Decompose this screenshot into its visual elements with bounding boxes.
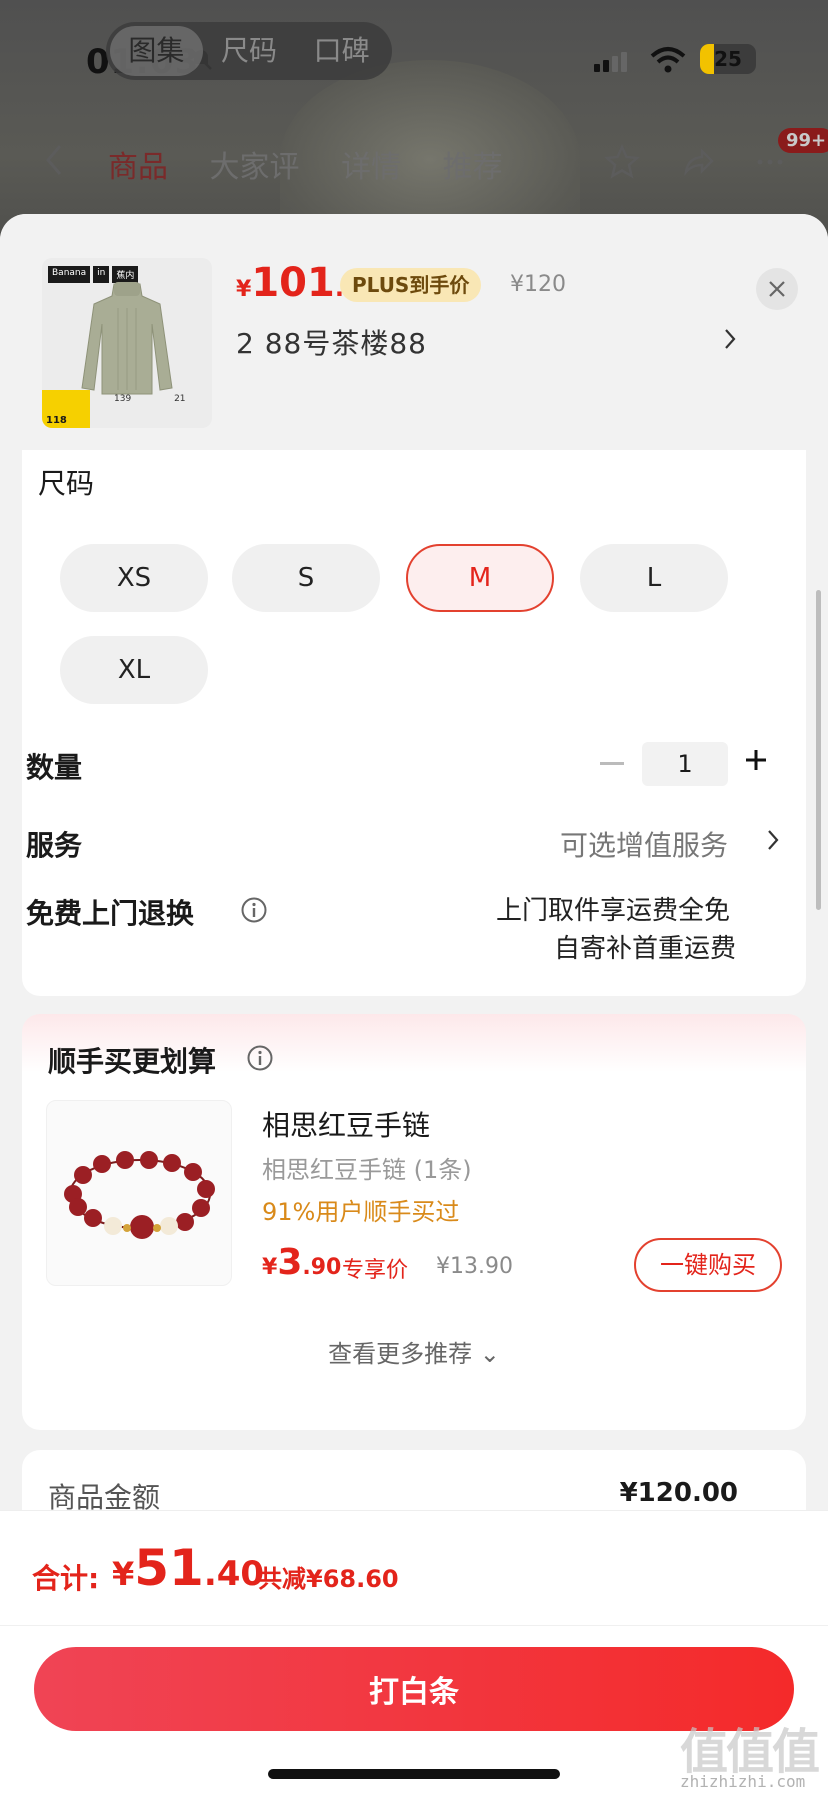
chevron-right-icon[interactable] [722, 326, 738, 352]
original-price: ¥120 [510, 272, 566, 297]
product-nav: 商品 大家评 详情 推荐 [0, 126, 828, 196]
return-self-send-text: 自寄补首重运费 [554, 934, 737, 964]
quantity-label: 数量 [26, 751, 83, 784]
battery-indicator: 25 [700, 44, 756, 74]
price-currency: ¥ [262, 1255, 278, 1280]
bracelet-image[interactable] [46, 1100, 232, 1286]
goods-amount-value: ¥120.00 [619, 1478, 738, 1508]
price-decimal: .40 [203, 1554, 265, 1594]
nav-tab-product[interactable]: 商品 [108, 150, 168, 185]
return-pickup-text: 上门取件享运费全免 [496, 896, 731, 926]
divider [0, 1625, 828, 1626]
nav-tab-details[interactable]: 详情 [341, 150, 401, 185]
favorite-star-icon[interactable] [604, 144, 640, 180]
quantity-input[interactable]: 1 [642, 742, 728, 786]
bundle-title: 顺手买更划算 [48, 1045, 217, 1078]
section-tabs: 商品 大家评 详情 推荐 [108, 142, 535, 186]
tab-gallery[interactable]: 图集 [110, 26, 203, 76]
watermark-logo: 值值值 zhizhizhi.com [680, 1712, 820, 1796]
close-icon [769, 281, 785, 297]
size-option-xl[interactable]: XL [60, 636, 208, 704]
price-currency: ¥ [236, 277, 252, 302]
price-decimal: .90 [302, 1255, 342, 1280]
one-click-buy-button[interactable]: 一键购买 [634, 1238, 782, 1292]
scrollbar[interactable] [816, 590, 821, 910]
nav-tab-recommend[interactable]: 推荐 [443, 150, 503, 185]
minus-icon[interactable] [600, 762, 624, 765]
total-price: ¥51.40 [112, 1539, 264, 1597]
size-option-xs[interactable]: XS [60, 544, 208, 612]
wifi-icon [650, 47, 686, 73]
bundle-item-name[interactable]: 相思红豆手链 [262, 1104, 430, 1144]
size-option-s[interactable]: S [232, 544, 380, 612]
media-tabs: 图集 尺码 口碑 [106, 22, 392, 80]
total-label: 合计: [32, 1562, 100, 1595]
back-arrow-icon[interactable] [42, 142, 66, 178]
size-option-m[interactable]: M [406, 544, 554, 612]
plus-price-tag: PLUS到手价 [340, 268, 482, 302]
plus-icon[interactable] [744, 748, 768, 772]
bundle-item-spec: 相思红豆手链 (1条) [262, 1156, 472, 1184]
bundle-card: 顺手买更划算 相思红豆手链 相思红豆手链 (1条) 91%用户顺手买过 ¥3.9… [22, 1014, 806, 1430]
price-integer: 101 [251, 260, 335, 306]
close-button[interactable] [756, 268, 798, 310]
sku-bottom-sheet: Banana in 蕉内 118 139 21 ¥101.4 PLUS到手价 [0, 214, 828, 1796]
free-return-label: 免费上门退换 [26, 897, 195, 930]
service-value[interactable]: 可选增值服务 [560, 824, 728, 864]
service-label: 服务 [26, 829, 83, 862]
home-indicator [268, 1769, 560, 1779]
thumbnail-info-strip: 139 21 [92, 394, 208, 404]
product-thumbnail[interactable]: Banana in 蕉内 118 139 21 [42, 258, 212, 428]
watermark-url: zhizhizhi.com [680, 1772, 806, 1791]
nav-tab-reviews[interactable]: 大家评 [210, 150, 300, 185]
tab-reviews[interactable]: 口碑 [295, 26, 388, 76]
thumbnail-info-value: 139 [114, 394, 132, 404]
share-icon[interactable] [680, 144, 716, 180]
total-discount: 共减¥68.60 [258, 1565, 399, 1593]
bundle-popularity: 91%用户顺手买过 [262, 1198, 460, 1226]
more-recommendations-link[interactable]: 查看更多推荐 ⌄ [22, 1334, 806, 1369]
size-label: 尺码 [38, 467, 95, 500]
bundle-price-tag: 专享价 [342, 1258, 409, 1283]
chevron-right-icon[interactable] [766, 828, 780, 852]
price-currency: ¥ [112, 1555, 135, 1593]
price-integer: 3 [277, 1242, 303, 1283]
sweater-image [81, 282, 173, 395]
bundle-original-price: ¥13.90 [436, 1254, 513, 1279]
selected-variant-text[interactable]: 2 88号茶楼88 [236, 322, 427, 362]
info-icon[interactable] [240, 896, 268, 924]
thumbnail-info-value: 21 [174, 394, 186, 404]
bundle-price: ¥3.90 [262, 1242, 341, 1283]
message-count-badge: 99+ [778, 128, 828, 153]
info-icon[interactable] [246, 1044, 274, 1072]
thumbnail-price: 118 [46, 415, 67, 426]
cellular-signal-icon [594, 52, 630, 72]
size-option-l[interactable]: L [580, 544, 728, 612]
battery-level: 25 [714, 47, 742, 71]
sheet-header: Banana in 蕉内 118 139 21 ¥101.4 PLUS到手价 [0, 214, 828, 450]
tab-size-chart[interactable]: 尺码 [203, 26, 296, 76]
price-integer: 51 [134, 1539, 204, 1597]
thumbnail-price-tag: 118 [42, 390, 90, 428]
bracelet-illustration [64, 1151, 215, 1239]
